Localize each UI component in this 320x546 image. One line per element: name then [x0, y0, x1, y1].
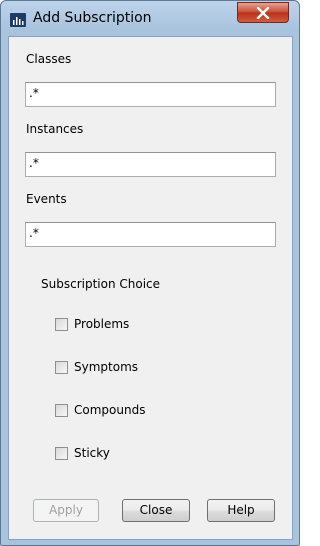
bar-chart-icon: [10, 13, 26, 27]
sticky-label: Sticky: [74, 446, 110, 460]
events-input[interactable]: .*: [25, 222, 276, 247]
dialog-body: Classes .* Instances .* Events .* Subscr…: [8, 36, 293, 540]
symptoms-label: Symptoms: [74, 360, 139, 374]
compounds-label: Compounds: [74, 403, 146, 417]
problems-checkbox[interactable]: [55, 318, 68, 331]
subscription-choice-heading: Subscription Choice: [41, 277, 161, 291]
window-title: Add Subscription: [33, 10, 152, 26]
classes-input[interactable]: .*: [25, 82, 276, 107]
close-x-icon: [256, 7, 270, 19]
title-bar[interactable]: Add Subscription: [1, 1, 299, 37]
apply-button[interactable]: Apply: [33, 499, 99, 522]
close-window-button[interactable]: [237, 2, 289, 23]
instances-input[interactable]: .*: [25, 152, 276, 177]
close-button[interactable]: Close: [122, 499, 190, 522]
problems-label: Problems: [74, 317, 130, 331]
sticky-checkbox[interactable]: [55, 447, 68, 460]
instances-label: Instances: [26, 122, 84, 136]
help-button[interactable]: Help: [207, 499, 275, 522]
classes-label: Classes: [26, 52, 72, 66]
compounds-checkbox[interactable]: [55, 404, 68, 417]
symptoms-checkbox[interactable]: [55, 361, 68, 374]
add-subscription-dialog: Add Subscription Classes .* Instances .*…: [0, 0, 300, 546]
events-label: Events: [26, 192, 67, 206]
